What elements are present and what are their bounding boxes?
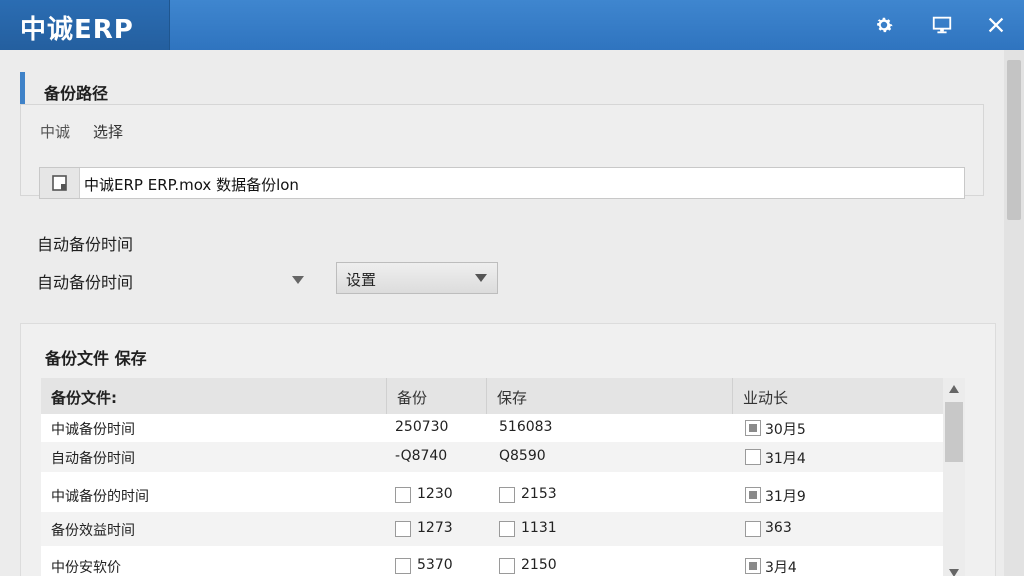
row-checkbox[interactable]	[395, 487, 411, 503]
file-name-cell: 中份安软价	[51, 560, 121, 576]
value-cell: 2150	[521, 557, 557, 573]
duration-cell: 31月9	[765, 489, 806, 505]
monitor-icon	[932, 16, 952, 34]
file-name-cell: 自动备份时间	[51, 451, 135, 467]
duration-cell: 363	[765, 520, 792, 536]
file-name-cell: 备份效益时间	[51, 523, 135, 539]
auto-backup-select[interactable]: 设置	[336, 262, 498, 294]
value-cell: 516083	[499, 419, 553, 435]
page-scrollbar[interactable]	[1004, 50, 1024, 576]
auto-backup-label: 自动备份时间	[37, 273, 134, 292]
gear-icon	[877, 17, 893, 33]
row-checkbox[interactable]	[499, 521, 515, 537]
value-cell: 2153	[521, 486, 557, 502]
table-row[interactable]: 备份效益时间 1273 1131 363	[41, 512, 943, 546]
table-header: 备份文件: 备份 保存 业动长	[41, 378, 943, 414]
table-row[interactable]: 中份安软价 5370 2150 3月4	[41, 548, 943, 576]
auto-backup-select-value: 设置	[346, 271, 377, 289]
row-checkbox[interactable]	[745, 521, 761, 537]
scroll-down-icon[interactable]	[948, 568, 960, 576]
file-name-cell: 中诚备份时间	[51, 422, 135, 438]
backup-path-label: 中诚	[40, 123, 71, 141]
value-cell: 1131	[521, 520, 557, 536]
value-cell: 1230	[417, 486, 453, 502]
value-cell: 250730	[395, 419, 449, 435]
table-row[interactable]: 中诚备份时间 250730 516083 30月5	[41, 414, 943, 442]
app-logo-block: 中诚ERP	[0, 0, 170, 50]
row-checkbox[interactable]	[499, 558, 515, 574]
app-title: 中诚ERP	[20, 15, 134, 45]
table-scrollbar[interactable]	[943, 378, 965, 576]
main-content: 备份路径 中诚 选择 中诚ERP ERP.mox 数据备份lon 自动备份时间 …	[0, 50, 1024, 576]
auto-backup-title: 自动备份时间	[37, 235, 134, 254]
row-checkbox[interactable]	[395, 558, 411, 574]
column-header-backup[interactable]: 备份	[387, 378, 487, 414]
select-path-link[interactable]: 选择	[93, 121, 123, 142]
row-checkbox[interactable]	[499, 487, 515, 503]
page-scroll-thumb[interactable]	[1007, 60, 1021, 220]
column-header-duration[interactable]: 业动长	[733, 378, 943, 414]
duration-cell: 30月5	[765, 422, 806, 438]
section-accent-bar	[20, 72, 25, 104]
value-cell: 1273	[417, 520, 453, 536]
folder-icon[interactable]	[40, 168, 80, 198]
row-checkbox[interactable]	[745, 449, 761, 465]
table-scroll-thumb[interactable]	[945, 402, 963, 462]
row-checkbox[interactable]	[745, 487, 761, 503]
backup-files-table: 备份文件: 备份 保存 业动长 中诚备份时间 250730 516083 30月5 自动…	[41, 378, 943, 576]
backup-path-value: 中诚ERP ERP.mox 数据备份lon	[84, 176, 299, 194]
row-checkbox[interactable]	[395, 521, 411, 537]
backup-path-box: 中诚 选择 中诚ERP ERP.mox 数据备份lon	[20, 104, 984, 199]
row-checkbox[interactable]	[745, 558, 761, 574]
table-row[interactable]: 中诚备份的时间 1230 2153 31月9	[41, 478, 943, 512]
value-cell: -Q8740	[395, 448, 448, 464]
duration-cell: 3月4	[765, 560, 797, 576]
file-name-cell: 中诚备份的时间	[51, 489, 149, 505]
scroll-up-icon[interactable]	[948, 384, 960, 394]
table-row[interactable]: 自动备份时间 -Q8740 Q8590 31月4	[41, 442, 943, 472]
display-button[interactable]	[928, 11, 956, 39]
backup-path-title: 备份路径	[44, 84, 109, 103]
backup-files-panel: 备份文件 保存 备份文件: 备份 保存 业动长 中诚备份时间 250730 5160…	[20, 323, 996, 576]
close-icon	[988, 17, 1004, 33]
column-header-file[interactable]: 备份文件:	[41, 378, 387, 414]
column-header-save[interactable]: 保存	[487, 378, 733, 414]
chevron-down-icon[interactable]	[290, 273, 306, 287]
backup-path-input[interactable]: 中诚ERP ERP.mox 数据备份lon	[39, 167, 965, 199]
row-checkbox[interactable]	[745, 420, 761, 436]
title-bar: 中诚ERP	[0, 0, 1024, 50]
dropdown-arrow-icon	[475, 274, 487, 282]
value-cell: 5370	[417, 557, 453, 573]
close-button[interactable]	[982, 11, 1010, 39]
backup-files-title: 备份文件 保存	[45, 349, 147, 368]
backup-path-panel: 备份路径 中诚 选择 中诚ERP ERP.mox 数据备份lon	[20, 70, 984, 199]
value-cell: Q8590	[499, 448, 546, 464]
settings-button[interactable]	[870, 11, 898, 39]
duration-cell: 31月4	[765, 451, 806, 467]
